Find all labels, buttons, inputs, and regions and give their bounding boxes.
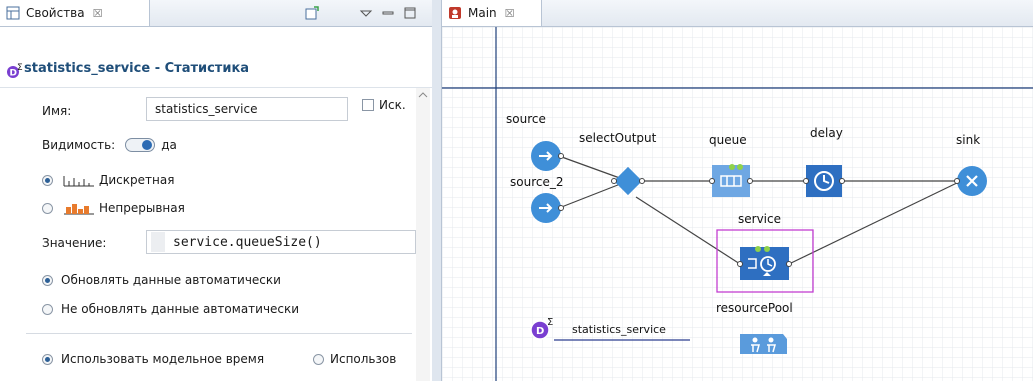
diagram-canvas[interactable]: D Σ <box>442 27 1033 381</box>
other-time-label: Использов <box>330 352 397 366</box>
maximize-icon[interactable] <box>402 5 418 21</box>
no-auto-update-radio[interactable] <box>42 303 53 315</box>
queue-block[interactable] <box>709 164 753 197</box>
page-title: statistics_service - Статистика <box>24 61 250 76</box>
discrete-option[interactable]: Дискретная <box>42 173 174 187</box>
auto-update-radio[interactable] <box>42 274 53 286</box>
properties-icon <box>6 6 20 20</box>
queue-label: queue <box>709 133 747 147</box>
continuous-chart-icon <box>64 204 94 215</box>
svg-text:D: D <box>10 69 17 79</box>
svg-text:Σ: Σ <box>17 63 23 73</box>
exclude-check[interactable] <box>362 99 374 111</box>
svg-text:Σ: Σ <box>547 317 553 328</box>
name-field[interactable]: statistics_service <box>146 97 348 121</box>
resource-pool-label: resourcePool <box>716 301 793 315</box>
name-value: statistics_service <box>155 102 258 116</box>
discrete-chart-icon <box>63 176 94 187</box>
tab-main-label: Main <box>468 6 497 20</box>
auto-update-option[interactable]: Обновлять данные автоматически <box>42 273 281 287</box>
source-2-label: source_2 <box>510 175 564 189</box>
properties-scrollbar[interactable] <box>416 88 430 381</box>
visibility-row: Видимость: да <box>42 138 177 152</box>
service-label: service <box>738 212 781 226</box>
close-icon[interactable]: ☒ <box>505 7 515 20</box>
svg-text:D: D <box>536 326 544 337</box>
model-time-radio[interactable] <box>42 353 53 365</box>
continuous-option[interactable]: Непрерывная <box>42 201 185 215</box>
visibility-label: Видимость: <box>42 138 116 152</box>
delay-label: delay <box>810 126 843 140</box>
properties-panel: Свойства ☒ DΣ statistics_service - Стати… <box>0 0 433 381</box>
tab-properties[interactable]: Свойства ☒ <box>0 0 150 26</box>
value-label: Значение: <box>42 236 106 250</box>
continuous-radio[interactable] <box>42 202 53 214</box>
tab-properties-label: Свойства <box>26 6 85 20</box>
agent-icon <box>449 7 461 19</box>
auto-update-label: Обновлять данные автоматически <box>61 273 281 287</box>
view-menu-icon[interactable] <box>358 5 374 21</box>
properties-tabbar: Свойства ☒ <box>0 0 432 27</box>
panel-splitter[interactable] <box>432 0 441 381</box>
model-time-label: Использовать модельное время <box>61 352 265 366</box>
main-editor: Main ☒ D Σ source selectOutput queue del… <box>441 0 1033 381</box>
main-tabbar: Main ☒ <box>442 0 1033 27</box>
value-expression: service.queueSize() <box>173 234 322 250</box>
source-label: source <box>506 112 546 126</box>
scroll-up-icon[interactable] <box>416 90 430 100</box>
other-time-option[interactable]: Использов <box>313 352 416 366</box>
select-output-label: selectOutput <box>579 131 657 145</box>
exclude-checkbox[interactable]: Иск. <box>362 98 406 112</box>
visibility-toggle[interactable] <box>125 138 156 152</box>
model-time-option[interactable]: Использовать модельное время <box>42 352 264 366</box>
no-auto-update-option[interactable]: Не обновлять данные автоматически <box>42 302 299 316</box>
statistics-label[interactable]: statistics_service <box>572 323 666 336</box>
section-divider <box>26 333 412 334</box>
discrete-label: Дискретная <box>99 173 175 187</box>
exclude-label: Иск. <box>379 98 406 112</box>
value-label-text: Значение: <box>42 236 107 250</box>
name-label-text: Имя: <box>42 104 72 118</box>
statistics-icon: DΣ <box>7 63 23 79</box>
resource-pool-block[interactable] <box>740 334 787 354</box>
sink-label: sink <box>956 133 981 147</box>
close-icon[interactable]: ☒ <box>93 7 103 20</box>
value-expression-field[interactable]: service.queueSize() <box>146 230 416 254</box>
divider <box>0 87 432 88</box>
tab-main[interactable]: Main ☒ <box>442 0 542 26</box>
continuous-label: Непрерывная <box>99 201 185 215</box>
other-time-radio[interactable] <box>313 353 324 365</box>
visibility-value: да <box>161 138 177 152</box>
new-view-icon[interactable] <box>304 5 320 21</box>
discrete-radio[interactable] <box>42 174 53 186</box>
minimize-icon[interactable] <box>380 5 396 21</box>
no-auto-update-label: Не обновлять данные автоматически <box>61 302 300 316</box>
name-label: Имя: <box>42 104 71 118</box>
delay-block[interactable] <box>803 165 845 197</box>
properties-header: DΣ statistics_service - Статистика <box>0 27 432 87</box>
field-gutter <box>151 232 165 252</box>
